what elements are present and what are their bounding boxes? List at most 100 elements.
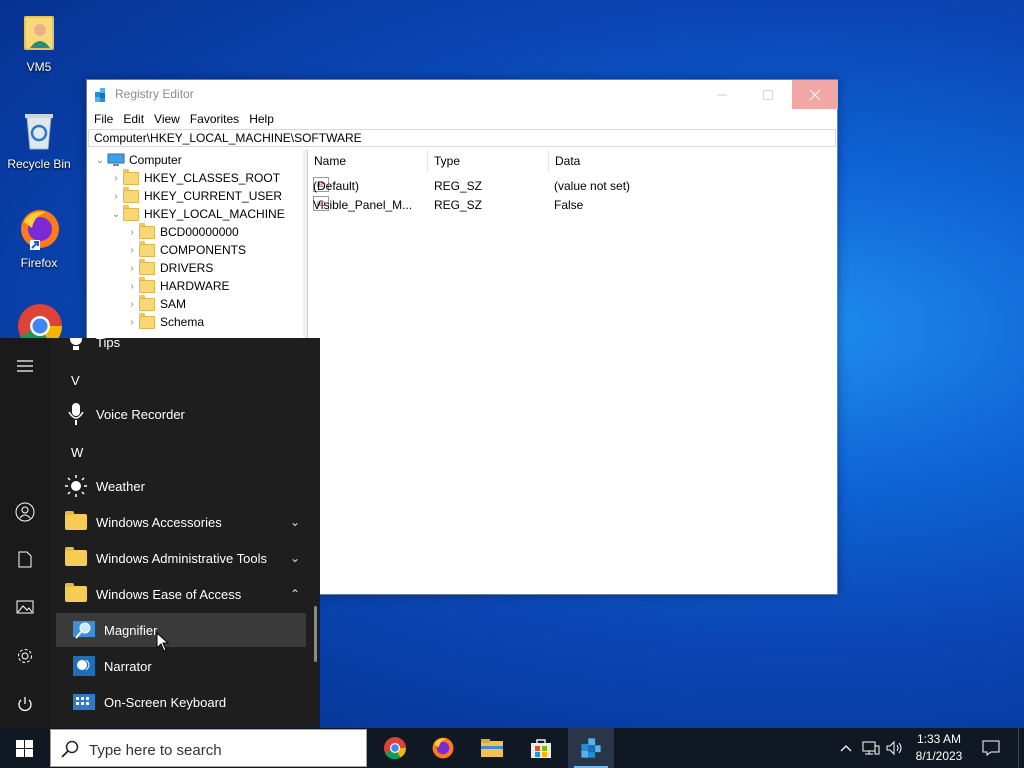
tree-item-label: Computer: [129, 153, 182, 167]
start-item-magnifier[interactable]: Magnifier: [56, 613, 306, 647]
minimize-button[interactable]: [699, 80, 745, 109]
menu-favorites[interactable]: Favorites: [185, 109, 244, 129]
recycle-bin-icon: [16, 107, 62, 153]
menu-view[interactable]: View: [149, 109, 185, 129]
folder-icon: [64, 510, 88, 534]
start-menu-scrollbar[interactable]: [314, 606, 317, 662]
gear-icon: [18, 649, 32, 663]
chevron-down-icon[interactable]: ⌄: [93, 155, 107, 166]
start-folder-windows-ease-of-access[interactable]: Windows Ease of Access ⌃: [56, 577, 306, 611]
close-button[interactable]: [792, 80, 838, 109]
chevron-down-icon[interactable]: ⌄: [109, 209, 123, 220]
power-icon: [18, 697, 32, 712]
start-item-voice-recorder[interactable]: Voice Recorder: [56, 397, 306, 431]
tree-item-label: DRIVERS: [160, 261, 214, 275]
chevron-right-icon[interactable]: ›: [125, 263, 139, 274]
start-item-weather[interactable]: Weather: [56, 469, 306, 503]
tree-item-bcd00000000[interactable]: › BCD00000000: [125, 222, 239, 241]
folder-open-icon: [123, 204, 139, 221]
start-button[interactable]: [0, 728, 48, 768]
title-bar[interactable]: Registry Editor: [87, 80, 838, 109]
tree-item-drivers[interactable]: › DRIVERS: [125, 258, 214, 277]
start-item-tips[interactable]: Tips: [56, 338, 306, 359]
search-input[interactable]: [87, 738, 351, 762]
tree-item-label: BCD00000000: [160, 225, 239, 239]
letter-header-v[interactable]: V: [71, 373, 80, 388]
folder-icon: [139, 312, 155, 329]
menu-help[interactable]: Help: [244, 109, 279, 129]
taskbar-app-registry-editor[interactable]: [568, 728, 614, 768]
table-row[interactable]: ab Visible_Panel_M... REG_SZ False: [308, 196, 837, 214]
menu-edit[interactable]: Edit: [118, 109, 149, 129]
desktop-icon-label: Firefox: [20, 256, 58, 270]
taskbar-app-file-explorer[interactable]: [469, 728, 515, 768]
start-item-label: Magnifier: [104, 622, 158, 638]
table-row[interactable]: ab (Default) REG_SZ (value not set): [308, 177, 837, 195]
start-item-on-screen-keyboard[interactable]: On-Screen Keyboard: [56, 685, 306, 719]
taskbar-app-firefox[interactable]: [420, 728, 466, 768]
power-button[interactable]: [0, 684, 50, 724]
start-menu: Tips V Voice Recorder W Weather Windows …: [0, 338, 320, 728]
taskbar-app-microsoft-store[interactable]: [518, 728, 564, 768]
folder-icon: [139, 240, 155, 257]
show-hidden-icons-button[interactable]: [836, 728, 856, 768]
document-icon: [18, 551, 32, 567]
notification-icon: [982, 740, 1000, 756]
tree-item-sam[interactable]: › SAM: [125, 294, 186, 313]
tree-item-label: HKEY_CURRENT_USER: [144, 189, 283, 203]
tree-item-schema[interactable]: › Schema: [125, 312, 204, 331]
desktop-icon-recycle-bin[interactable]: Recycle Bin: [1, 107, 77, 171]
start-folder-windows-accessories[interactable]: Windows Accessories ⌄: [56, 505, 306, 539]
computer-icon: [107, 153, 125, 166]
firefox-icon: [432, 737, 454, 759]
folder-icon: [139, 258, 155, 275]
chevron-right-icon[interactable]: ›: [125, 299, 139, 310]
expand-menu-button[interactable]: [0, 346, 50, 386]
chevron-right-icon[interactable]: ›: [109, 191, 123, 202]
documents-button[interactable]: [0, 539, 50, 579]
notification-center-button[interactable]: [978, 728, 1004, 768]
clock-time: 1:33 AM: [916, 732, 962, 746]
column-header-type[interactable]: Type: [428, 150, 549, 172]
chrome-icon: [384, 737, 406, 760]
tree-item-hkey-local-machine[interactable]: ⌄ HKEY_LOCAL_MACHINE: [109, 204, 285, 223]
chevron-right-icon[interactable]: ›: [125, 227, 139, 238]
chevron-right-icon[interactable]: ›: [125, 281, 139, 292]
taskbar-search-box[interactable]: [50, 729, 367, 767]
maximize-button[interactable]: [745, 80, 791, 109]
chevron-right-icon[interactable]: ›: [125, 317, 139, 328]
tree-item-hkey-current-user[interactable]: › HKEY_CURRENT_USER: [109, 186, 283, 205]
chevron-up-icon: [840, 745, 852, 752]
column-header-name[interactable]: Name: [308, 150, 428, 172]
desktop-icon-firefox[interactable]: Firefox: [1, 206, 77, 270]
value-type: REG_SZ: [434, 198, 483, 212]
desktop-icon-vm5[interactable]: VM5: [1, 10, 77, 74]
column-header-data[interactable]: Data: [549, 150, 749, 172]
settings-button[interactable]: [0, 636, 50, 676]
value-data: (value not set): [554, 179, 631, 193]
tree-item-computer[interactable]: ⌄ Computer: [93, 151, 182, 169]
letter-header-w[interactable]: W: [71, 445, 83, 460]
taskbar-clock[interactable]: 1:33 AM 8/1/2023: [908, 731, 970, 765]
menu-file[interactable]: File: [89, 109, 118, 129]
folder-icon: [123, 186, 139, 203]
account-button[interactable]: [0, 492, 50, 532]
tree-item-components[interactable]: › COMPONENTS: [125, 240, 246, 259]
network-button[interactable]: [860, 728, 882, 768]
show-desktop-button[interactable]: [1018, 728, 1024, 768]
tree-item-hkey-classes-root[interactable]: › HKEY_CLASSES_ROOT: [109, 168, 280, 187]
start-item-label: Weather: [96, 478, 145, 494]
file-explorer-icon: [481, 739, 503, 757]
volume-button[interactable]: [884, 728, 906, 768]
start-item-narrator[interactable]: Narrator: [56, 649, 306, 683]
taskbar-app-chrome[interactable]: [372, 728, 418, 768]
tree-item-hardware[interactable]: › HARDWARE: [125, 276, 230, 295]
start-folder-windows-administrative-tools[interactable]: Windows Administrative Tools ⌄: [56, 541, 306, 575]
chevron-right-icon[interactable]: ›: [125, 245, 139, 256]
address-bar[interactable]: Computer\HKEY_LOCAL_MACHINE\SOFTWARE: [88, 129, 836, 147]
chevron-right-icon[interactable]: ›: [109, 173, 123, 184]
folder-icon: [64, 582, 88, 606]
pictures-button[interactable]: [0, 587, 50, 627]
taskbar: 1:33 AM 8/1/2023: [0, 728, 1024, 768]
tree-item-label: HKEY_LOCAL_MACHINE: [144, 207, 285, 221]
